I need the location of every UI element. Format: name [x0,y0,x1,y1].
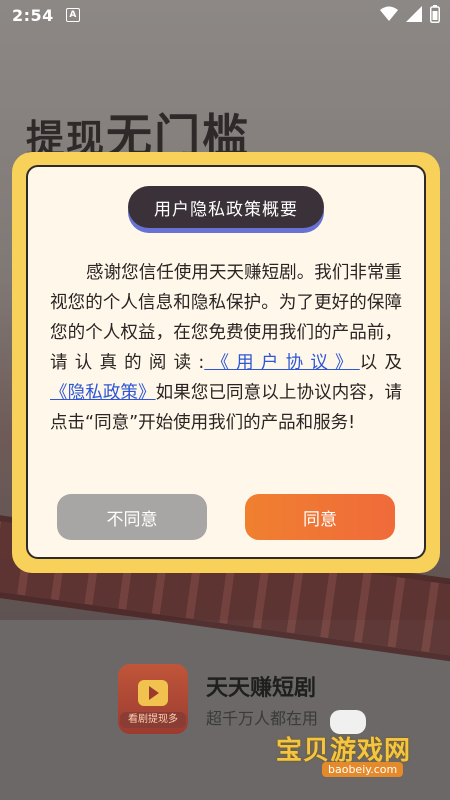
user-agreement-link[interactable]: 《用户协议》 [204,353,360,373]
battery-icon [430,5,440,23]
agree-button[interactable]: 同意 [245,494,395,540]
status-icons [380,5,440,23]
wifi-icon [380,6,398,21]
app-logo: 看剧提现多 [118,664,188,734]
body-middle: 以及 [359,353,403,373]
dialog-title: 用户隐私政策概要 [128,186,324,228]
dialog-body: 感谢您信任使用天天赚短剧。我们非常重视您的个人信息和隐私保护。为了更好的保障您的… [50,258,402,438]
status-bar: 2:54 A [0,0,450,30]
disagree-button[interactable]: 不同意 [57,494,207,540]
app-icon-tag: 看剧提现多 [120,712,186,728]
notification-icon: A [65,8,80,22]
app-name: 天天赚短剧 [206,676,317,701]
tv-play-icon [138,680,168,706]
status-time: 2:54 [12,5,54,25]
signal-icon [406,6,422,22]
watermark-url: baobeiy.com [322,762,404,777]
privacy-policy-link[interactable]: 《隐私政策》 [50,383,156,403]
app-slogan: 超千万人都在用 [206,709,319,728]
